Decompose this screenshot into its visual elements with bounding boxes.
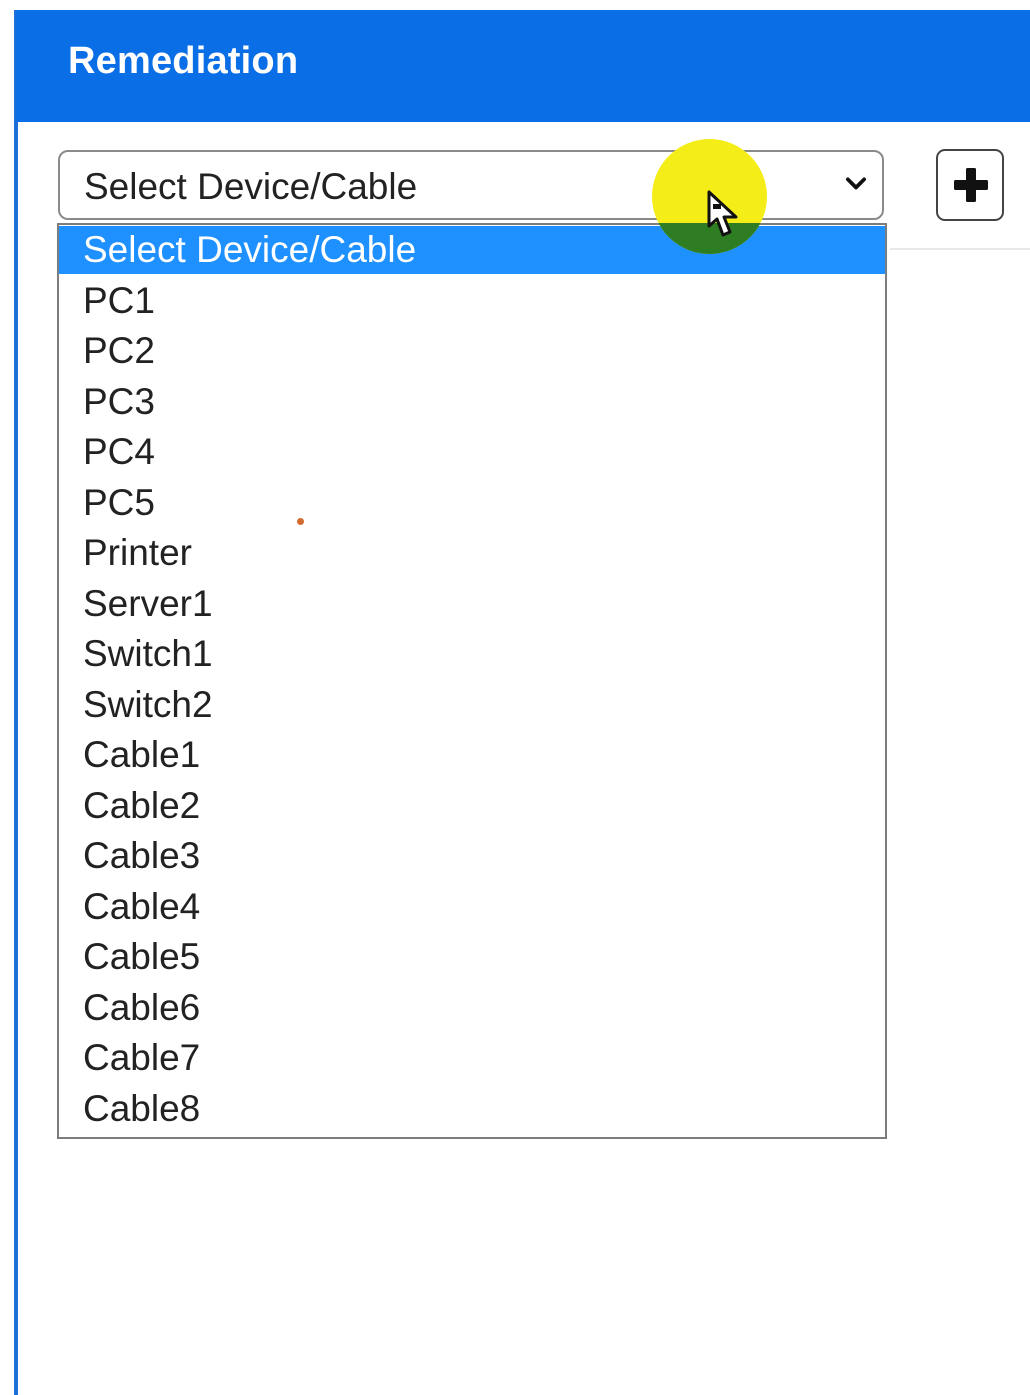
dropdown-option[interactable]: Switch2 (59, 681, 885, 729)
dropdown-option[interactable]: Cable5 (59, 933, 885, 981)
mouse-cursor-icon (707, 190, 738, 237)
dropdown-option[interactable]: Cable6 (59, 984, 885, 1032)
left-frame-border (14, 10, 18, 1395)
plus-icon (954, 168, 988, 202)
remediation-panel-header: Remediation (16, 10, 1030, 122)
device-cable-options-list[interactable]: Select Device/Cable PC1 PC2 PC3 PC4 PC5 Printe… (57, 223, 887, 1139)
add-button[interactable] (936, 149, 1004, 221)
dropdown-option[interactable]: Switch1 (59, 630, 885, 678)
dropdown-option[interactable]: PC1 (59, 277, 885, 325)
decorative-dot (297, 518, 304, 525)
dropdown-option[interactable]: Printer (59, 529, 885, 577)
dropdown-option[interactable]: Cable7 (59, 1034, 885, 1082)
dropdown-option[interactable]: PC5 (59, 479, 885, 527)
panel-title: Remediation (68, 40, 299, 82)
toolbar-divider (890, 248, 1030, 250)
dropdown-option[interactable]: PC3 (59, 378, 885, 426)
dropdown-option[interactable]: PC4 (59, 428, 885, 476)
selected-value: Select Device/Cable (84, 166, 418, 207)
dropdown-option[interactable]: Cable8 (59, 1085, 885, 1133)
remediation-page: Remediation Select Device/Cable Select D… (0, 0, 1030, 1395)
chevron-down-icon (845, 177, 867, 190)
dropdown-option[interactable]: PC2 (59, 327, 885, 375)
dropdown-option[interactable]: Server1 (59, 580, 885, 628)
dropdown-option[interactable]: Cable4 (59, 883, 885, 931)
dropdown-option[interactable]: Cable1 (59, 731, 885, 779)
dropdown-option[interactable]: Cable2 (59, 782, 885, 830)
dropdown-option[interactable]: Cable3 (59, 832, 885, 880)
